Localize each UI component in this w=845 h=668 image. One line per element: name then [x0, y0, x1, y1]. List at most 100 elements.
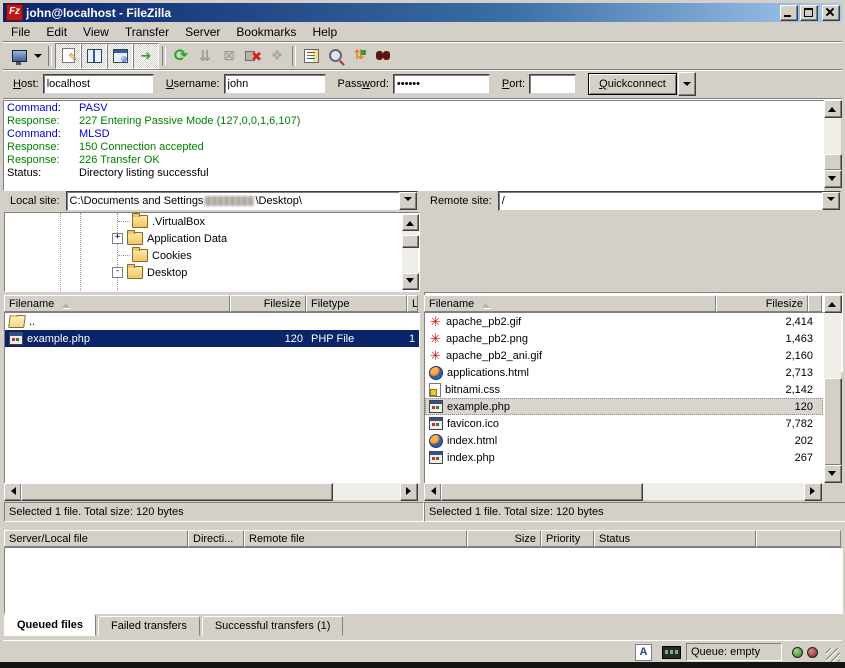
- local-file-list[interactable]: .. example.php 120 PHP File 1: [4, 312, 420, 484]
- minimize-button[interactable]: [780, 5, 798, 21]
- file-row[interactable]: applications.html 2,713: [425, 364, 823, 381]
- tab-queued-files[interactable]: Queued files: [4, 614, 96, 636]
- filter-icon: [304, 49, 319, 63]
- queue-status-field: Queue: empty: [686, 643, 782, 661]
- password-input[interactable]: [393, 74, 490, 94]
- column-filename[interactable]: Filename: [4, 295, 230, 312]
- disconnect-button[interactable]: [241, 44, 265, 68]
- file-row-parent[interactable]: ..: [5, 313, 419, 330]
- column-last-modified[interactable]: L: [407, 295, 418, 312]
- html-file-icon: [429, 434, 443, 448]
- local-list-hscrollbar[interactable]: [4, 483, 418, 500]
- scrollbar-thumb[interactable]: [21, 483, 333, 501]
- menu-file[interactable]: File: [3, 23, 38, 41]
- file-row[interactable]: bitnami.css 2,142: [425, 381, 823, 398]
- tab-successful-transfers[interactable]: Successful transfers (1): [202, 616, 344, 636]
- quickconnect-button[interactable]: Quickconnect: [588, 73, 677, 95]
- menu-edit[interactable]: Edit: [38, 23, 75, 41]
- menu-help[interactable]: Help: [304, 23, 345, 41]
- scrollbar-thumb[interactable]: [441, 483, 643, 501]
- redacted-username: [204, 196, 254, 206]
- file-row-selected[interactable]: example.php 120: [425, 398, 823, 415]
- speed-limits-icon: [662, 646, 681, 659]
- tree-item-cookies[interactable]: Cookies: [118, 247, 192, 264]
- file-row[interactable]: favicon.ico 7,782: [425, 415, 823, 432]
- tree-item-application-data[interactable]: + Application Data: [112, 230, 227, 247]
- toggle-local-tree-button[interactable]: [81, 43, 107, 69]
- column-direction[interactable]: Directi...: [188, 530, 244, 547]
- magnifier-icon: [329, 49, 342, 62]
- remote-list-status: Selected 1 file. Total size: 120 bytes: [424, 502, 845, 522]
- collapse-icon[interactable]: -: [112, 267, 123, 278]
- remote-file-list[interactable]: apache_pb2.gif 2,414 apache_pb2.png 1,46…: [424, 312, 824, 484]
- scrollbar-thumb[interactable]: [824, 154, 842, 171]
- sort-ascending-icon: [62, 299, 70, 308]
- scrollbar-thumb[interactable]: [824, 378, 842, 466]
- quickconnect-dropdown[interactable]: [678, 72, 696, 96]
- column-priority[interactable]: Priority: [541, 530, 594, 547]
- site-manager-button[interactable]: [7, 44, 31, 68]
- log-scrollbar[interactable]: [824, 100, 841, 187]
- find-files-button[interactable]: [371, 44, 395, 68]
- transfer-queue-icon: [141, 48, 152, 64]
- tree-item-virtualbox[interactable]: .VirtualBox: [118, 213, 205, 230]
- close-button[interactable]: [822, 5, 840, 21]
- local-tree-scrollbar[interactable]: [402, 214, 418, 288]
- column-filesize[interactable]: Filesize: [230, 295, 306, 312]
- local-tree-icon: [87, 49, 102, 63]
- expand-icon[interactable]: +: [112, 233, 123, 244]
- maximize-button[interactable]: [800, 5, 818, 21]
- remote-list-hscrollbar[interactable]: [424, 483, 822, 500]
- menu-transfer[interactable]: Transfer: [117, 23, 177, 41]
- column-size[interactable]: Size: [467, 530, 541, 547]
- file-row[interactable]: apache_pb2.png 1,463: [425, 330, 823, 347]
- message-log-icon: [62, 48, 75, 63]
- resize-grip[interactable]: [826, 648, 840, 662]
- app-icon[interactable]: Fz: [6, 4, 23, 21]
- local-site-dropdown[interactable]: [399, 192, 417, 210]
- message-log[interactable]: Command:PASV Response:227 Entering Passi…: [3, 100, 824, 191]
- menu-bookmarks[interactable]: Bookmarks: [228, 23, 304, 41]
- file-row[interactable]: index.html 202: [425, 432, 823, 449]
- refresh-button[interactable]: [169, 44, 193, 68]
- file-row[interactable]: apache_pb2_ani.gif 2,160: [425, 347, 823, 364]
- menu-server[interactable]: Server: [177, 23, 228, 41]
- directory-comparison-button[interactable]: [323, 44, 347, 68]
- remote-site-dropdown[interactable]: [822, 192, 840, 210]
- directory-filters-button[interactable]: [299, 44, 323, 68]
- column-remote-file[interactable]: Remote file: [244, 530, 467, 547]
- remote-site-combobox[interactable]: /: [498, 191, 841, 211]
- file-row[interactable]: apache_pb2.gif 2,414: [425, 313, 823, 330]
- tab-failed-transfers[interactable]: Failed transfers: [98, 616, 200, 636]
- local-tree[interactable]: .VirtualBox + Application Data Cookies -…: [4, 212, 420, 292]
- column-filetype[interactable]: Filetype: [306, 295, 407, 312]
- file-row-selected[interactable]: example.php 120 PHP File 1: [5, 330, 419, 347]
- queue-alert-led: [807, 647, 818, 658]
- local-site-header: Local site: C:\Documents and Settings\De…: [4, 191, 418, 211]
- column-filename[interactable]: Filename: [424, 295, 716, 312]
- image-file-icon: [429, 316, 442, 327]
- column-filesize[interactable]: Filesize: [716, 295, 808, 312]
- synchronized-browsing-button[interactable]: [347, 44, 371, 68]
- menu-view[interactable]: View: [75, 23, 117, 41]
- toggle-remote-tree-button[interactable]: [107, 43, 133, 69]
- toggle-transfer-queue-button[interactable]: [133, 43, 159, 69]
- host-input[interactable]: [43, 74, 154, 94]
- image-file-icon: [429, 350, 442, 361]
- titlebar[interactable]: Fz john@localhost - FileZilla: [3, 3, 842, 22]
- remote-list-vscrollbar[interactable]: [824, 295, 841, 482]
- file-row[interactable]: index.php 267: [425, 449, 823, 466]
- port-input[interactable]: [529, 74, 576, 94]
- tree-item-desktop[interactable]: - Desktop: [112, 264, 187, 281]
- site-manager-dropdown[interactable]: [31, 44, 45, 68]
- php-file-icon: [429, 400, 443, 413]
- status-bar: A Queue: empty: [3, 640, 842, 663]
- username-input[interactable]: [224, 74, 326, 94]
- scrollbar-thumb[interactable]: [402, 235, 419, 248]
- toggle-message-log-button[interactable]: [55, 43, 81, 69]
- column-server-local-file[interactable]: Server/Local file: [4, 530, 188, 547]
- chevron-down-icon: [683, 82, 691, 90]
- local-site-combobox[interactable]: C:\Documents and Settings\Desktop\: [66, 191, 418, 211]
- column-status[interactable]: Status: [594, 530, 756, 547]
- queue-body[interactable]: [4, 547, 843, 614]
